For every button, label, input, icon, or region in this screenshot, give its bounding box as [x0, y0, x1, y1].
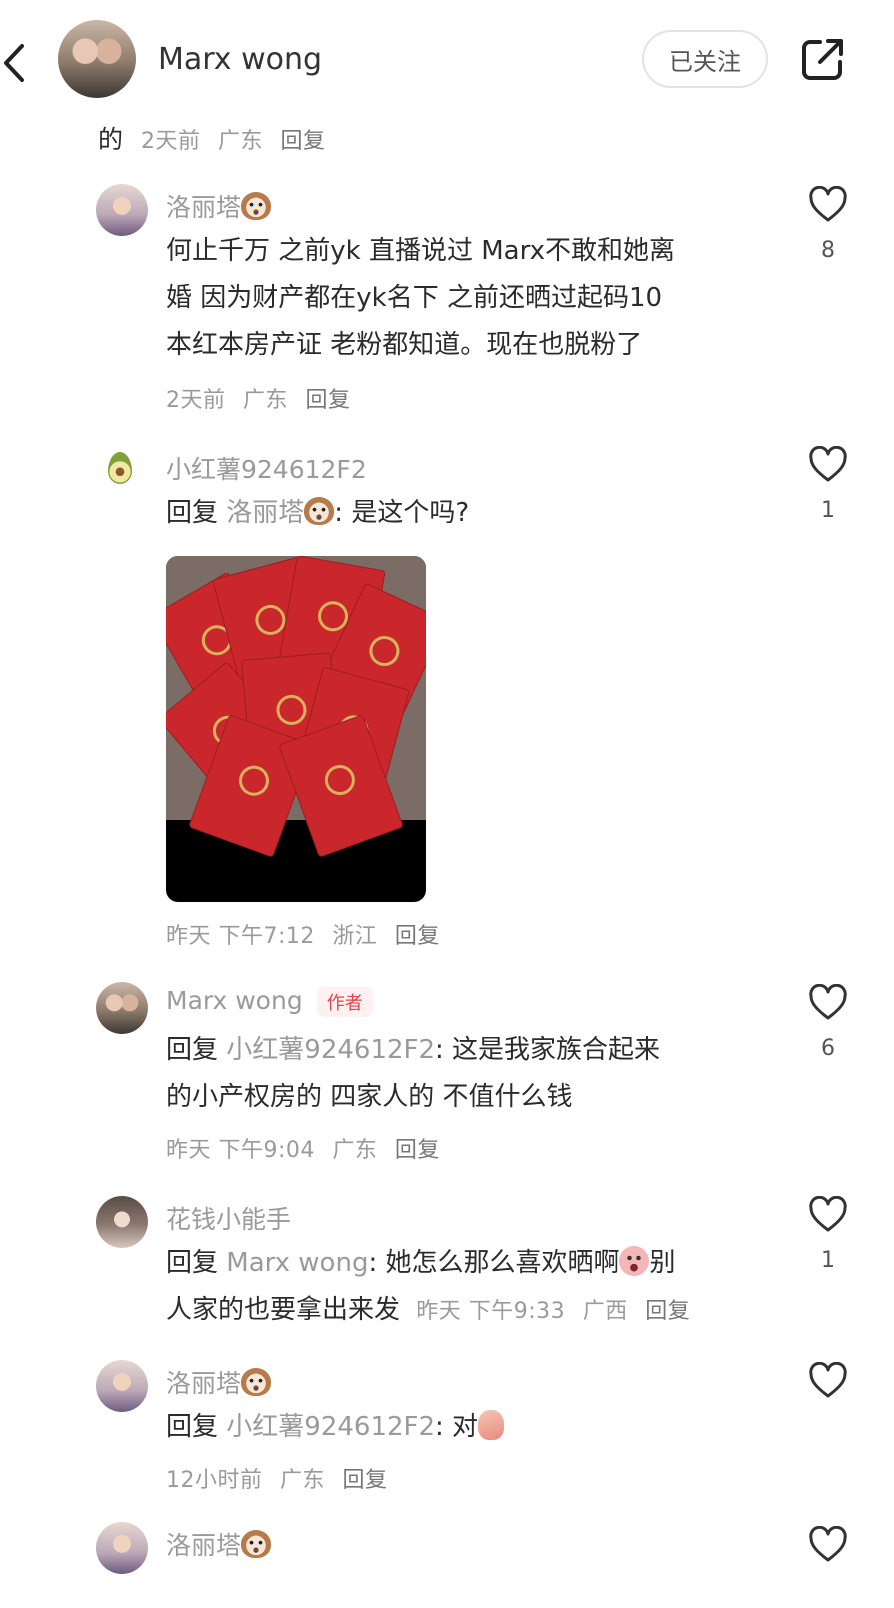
comment-text: 回复 小红薯924612F2: 对	[166, 1404, 505, 1451]
comment-avatar[interactable]	[96, 1196, 148, 1248]
dog-emoji-icon	[304, 497, 335, 525]
comment-line: 回复 小红薯924612F2: 这是我家族合起来	[166, 1027, 660, 1074]
comment-line: 人家的也要拿出来发 昨天 下午9:33 广西 回复	[166, 1287, 700, 1335]
comment-text: 回复 Marx wong: 她怎么那么喜欢晒啊别 人家的也要拿出来发 昨天 下午…	[166, 1240, 700, 1335]
heart-outline-icon[interactable]	[808, 446, 848, 486]
header-username[interactable]: Marx wong	[158, 42, 322, 77]
comment-username[interactable]: 小红薯924612F2	[166, 450, 367, 486]
reply-body-tail: 别	[649, 1248, 676, 1278]
comment-avatar[interactable]	[96, 1522, 148, 1574]
heart-outline-icon[interactable]	[808, 1526, 848, 1566]
comment-avatar[interactable]	[96, 982, 148, 1034]
comment-meta-inline: 昨天 下午9:33 广西 回复	[416, 1299, 700, 1324]
comment-line: 本红本房产证 老粉都知道。现在也脱粉了	[166, 330, 643, 360]
comment-text: 何止千万 之前yk 直播说过 Marx不敢和她离 婚 因为财产都在yk名下 之前…	[166, 228, 675, 369]
reply-body: : 这是我家族合起来	[435, 1035, 661, 1065]
comment-meta: 12小时前 广东 回复	[166, 1462, 398, 1494]
reply-link[interactable]: 回复	[645, 1299, 690, 1324]
reply-body: : 是这个吗?	[334, 498, 470, 528]
dog-emoji-icon	[241, 192, 272, 220]
author-tag: 作者	[316, 987, 373, 1017]
comment-text: 回复 小红薯924612F2: 这是我家族合起来 的小产权房的 四家人的 不值什…	[166, 1027, 660, 1121]
reply-body: : 对	[435, 1412, 479, 1442]
reply-target[interactable]: Marx wong	[226, 1248, 368, 1278]
meta-time: 2天前	[141, 129, 201, 154]
heart-outline-icon[interactable]	[808, 186, 848, 226]
comment-line: 婚 因为财产都在yk名下 之前还晒过起码10	[166, 283, 663, 313]
username-text: 洛丽塔	[166, 1369, 242, 1398]
dog-emoji-icon	[241, 1530, 272, 1558]
reply-link[interactable]: 回复	[395, 924, 440, 949]
share-icon[interactable]	[800, 36, 846, 82]
photo-content	[166, 556, 426, 858]
like-count: 6	[821, 1036, 835, 1061]
like-count: 1	[821, 1248, 835, 1273]
reply-prefix: 回复	[166, 1248, 219, 1278]
meta-location: 广东	[332, 1138, 378, 1163]
meta-time: 昨天 下午7:12	[166, 924, 315, 949]
username-text: Marx wong	[166, 986, 303, 1015]
reply-body-line2: 人家的也要拿出来发	[166, 1295, 401, 1325]
comment-username[interactable]: Marx wong 作者	[166, 986, 373, 1017]
comment-username[interactable]: 洛丽塔	[166, 1364, 272, 1400]
meta-time: 2天前	[166, 388, 226, 413]
comment-username[interactable]: 洛丽塔	[166, 188, 272, 224]
meta-location: 广东	[243, 388, 289, 413]
comment-avatar[interactable]	[96, 1360, 148, 1412]
reply-target[interactable]: 洛丽塔	[226, 498, 304, 528]
meta-location: 广西	[582, 1299, 628, 1324]
comment-username[interactable]: 洛丽塔	[166, 1526, 272, 1562]
crying-face-emoji-icon	[619, 1246, 650, 1276]
reply-prefix: 回复	[166, 1412, 219, 1442]
heart-outline-icon[interactable]	[808, 1196, 848, 1236]
reply-prefix: 回复	[166, 498, 219, 528]
comment-meta-top: 的 2天前 广东 回复	[98, 120, 336, 156]
comment-line: 回复 Marx wong: 她怎么那么喜欢晒啊别	[166, 1240, 700, 1287]
reply-body: : 她怎么那么喜欢晒啊	[368, 1248, 620, 1278]
meta-time: 12小时前	[166, 1468, 263, 1493]
comment-meta: 昨天 下午7:12 浙江 回复	[166, 918, 450, 950]
header-avatar[interactable]	[58, 20, 136, 98]
meta-time: 昨天 下午9:33	[416, 1299, 566, 1324]
comment-username[interactable]: 花钱小能手	[166, 1200, 291, 1236]
meta-location: 浙江	[332, 924, 378, 949]
heart-outline-icon[interactable]	[808, 1362, 848, 1402]
reply-link[interactable]: 回复	[343, 1468, 388, 1493]
like-count: 8	[821, 238, 835, 263]
meta-location: 广东	[218, 129, 264, 154]
comment-photo[interactable]	[166, 556, 426, 902]
reply-link[interactable]: 回复	[395, 1138, 440, 1163]
reply-link[interactable]: 回复	[281, 129, 326, 154]
comment-line: 何止千万 之前yk 直播说过 Marx不敢和她离	[166, 236, 675, 266]
avocado-avatar-icon[interactable]	[108, 452, 132, 484]
reply-prefix: 回复	[166, 1035, 219, 1065]
meta-prefix: 的	[98, 125, 124, 154]
comment-avatar[interactable]	[96, 184, 148, 236]
reply-target[interactable]: 小红薯924612F2	[226, 1035, 435, 1065]
back-chevron-icon[interactable]	[0, 38, 30, 88]
username-text: 洛丽塔	[166, 193, 242, 222]
heart-outline-icon[interactable]	[808, 984, 848, 1024]
follow-button[interactable]: 已关注	[642, 30, 768, 88]
comment-line: 的小产权房的 四家人的 不值什么钱	[166, 1082, 573, 1112]
comment-meta: 2天前 广东 回复	[166, 382, 361, 414]
meta-time: 昨天 下午9:04	[166, 1138, 315, 1163]
reply-target[interactable]: 小红薯924612F2	[226, 1412, 435, 1442]
hand-emoji-icon	[478, 1410, 505, 1440]
comment-meta: 昨天 下午9:04 广东 回复	[166, 1132, 450, 1164]
username-text: 洛丽塔	[166, 1531, 242, 1560]
meta-location: 广东	[280, 1468, 326, 1493]
dog-emoji-icon	[241, 1368, 272, 1396]
reply-link[interactable]: 回复	[306, 388, 351, 413]
comment-text: 回复 洛丽塔 : 是这个吗?	[166, 490, 469, 537]
like-count: 1	[821, 498, 835, 523]
